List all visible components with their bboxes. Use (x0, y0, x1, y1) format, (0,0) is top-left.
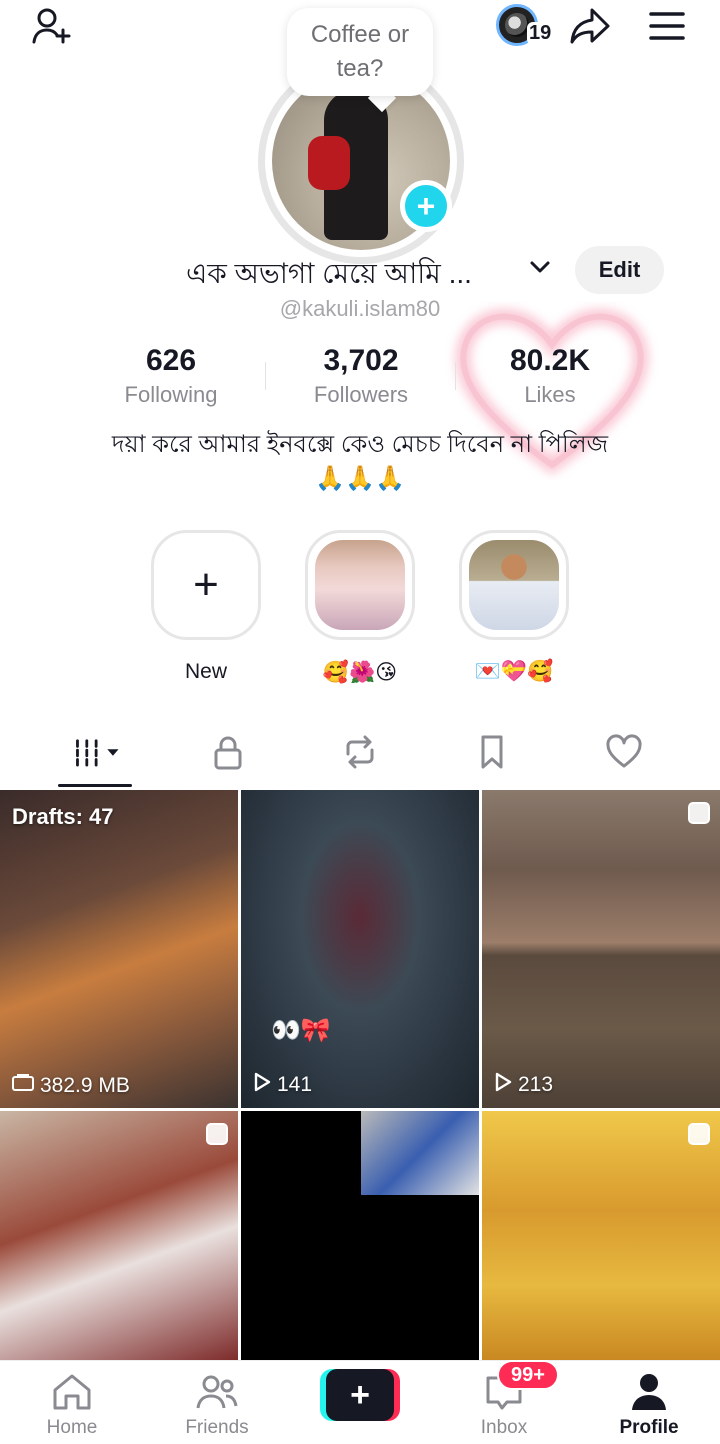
view-count-label: 213 (494, 1072, 553, 1098)
nav-label: Home (46, 1417, 98, 1438)
video-tile[interactable]: 213 (482, 790, 720, 1108)
add-story-plus-icon[interactable]: + (400, 180, 452, 232)
following-stat[interactable]: 626 Following (76, 344, 266, 408)
following-label: Following (124, 382, 218, 407)
likes-stat[interactable]: 80.2K Likes (455, 344, 645, 408)
lock-icon[interactable] (200, 730, 256, 774)
display-name: এক অভাগা মেয়ে আমি ... (186, 258, 472, 289)
bottom-nav: Home Friends + Inbox Profile (0, 1360, 720, 1444)
plus-icon[interactable]: + (151, 530, 261, 640)
profile-stats: 626 Following 3,702 Followers 80.2K Like… (0, 344, 720, 414)
nav-profile[interactable]: Profile (594, 1371, 704, 1439)
active-tab-indicator (58, 784, 132, 787)
play-icon (494, 1072, 512, 1098)
nav-friends[interactable]: Friends (162, 1371, 272, 1439)
drafts-count: Drafts: 47 (12, 804, 114, 829)
share-icon[interactable] (568, 4, 612, 48)
note-bubble[interactable]: Coffee or tea? (287, 8, 433, 96)
highlight-label: 🥰🌺😘 (322, 661, 398, 684)
nav-label: Friends (185, 1417, 249, 1438)
menu-icon[interactable] (645, 4, 689, 48)
highlight-thumbnail (469, 540, 559, 630)
add-friend-icon[interactable] (30, 4, 74, 48)
username: @kakuli.islam80 (279, 296, 441, 321)
video-emoji-overlay: 👀🎀 (271, 1017, 331, 1044)
create-button[interactable]: + (320, 1369, 400, 1421)
bio: দয়া করে আমার ইনবক্সে কেও মেচচ দিবেন না … (40, 428, 680, 496)
bio-emoji-line: 🙏🙏🙏 (315, 465, 405, 492)
nav-label: Inbox (480, 1417, 528, 1438)
video-size-label: 382.9 MB (12, 1074, 130, 1098)
multi-image-icon (206, 1123, 228, 1145)
bio-line: দয়া করে আমার ইনবক্সে কেও মেচচ দিবেন না … (111, 431, 609, 458)
edit-profile-button[interactable]: Edit (575, 246, 664, 294)
home-icon (17, 1371, 127, 1413)
profile-tabs (0, 722, 720, 790)
plus-icon: + (326, 1369, 394, 1421)
followers-count: 3,702 (323, 344, 399, 377)
bookmark-icon[interactable] (464, 730, 520, 774)
highlight-item[interactable]: 💌💝🥰 (458, 530, 570, 684)
video-tile[interactable] (0, 1111, 238, 1360)
video-tile[interactable]: 👀🎀 141 (241, 790, 479, 1108)
nav-home[interactable]: Home (17, 1371, 127, 1439)
storage-icon (12, 1074, 34, 1098)
grid-icon[interactable] (70, 730, 126, 774)
friends-icon (162, 1371, 272, 1413)
followers-label: Followers (313, 382, 409, 407)
video-grid: Drafts: 47 382.9 MB 👀🎀 141 213 (0, 790, 720, 1360)
friend-count-badge: 19 (527, 22, 554, 45)
multi-image-icon (688, 802, 710, 824)
likes-label: Likes (524, 382, 576, 407)
highlight-item[interactable]: 🥰🌺😘 (304, 530, 416, 685)
name-row: এক অভাগা মেয়ে আমি ... Edit (0, 246, 720, 294)
highlight-label: 💌💝🥰 (474, 660, 554, 683)
following-count: 626 (145, 344, 197, 377)
followers-stat[interactable]: 3,702 Followers (266, 344, 456, 408)
video-tile[interactable] (241, 1111, 479, 1360)
play-icon (253, 1072, 271, 1098)
multi-image-icon (688, 1123, 710, 1145)
chevron-down-icon[interactable] (525, 252, 555, 282)
repost-icon[interactable] (332, 730, 388, 774)
video-tile[interactable] (482, 1111, 720, 1360)
inbox-badge: 99+ (497, 1360, 559, 1390)
nav-label: Profile (619, 1417, 679, 1438)
drafts-tile[interactable]: Drafts: 47 382.9 MB (0, 790, 238, 1108)
likes-count: 80.2K (509, 344, 591, 377)
highlight-new[interactable]: + New (150, 530, 262, 684)
profile-icon (594, 1371, 704, 1413)
story-highlights: + New 🥰🌺😘 💌💝🥰 (0, 530, 720, 690)
view-count-label: 141 (253, 1072, 312, 1098)
heart-icon[interactable] (596, 730, 652, 774)
highlight-label: New (184, 660, 227, 683)
highlight-thumbnail (315, 540, 405, 630)
